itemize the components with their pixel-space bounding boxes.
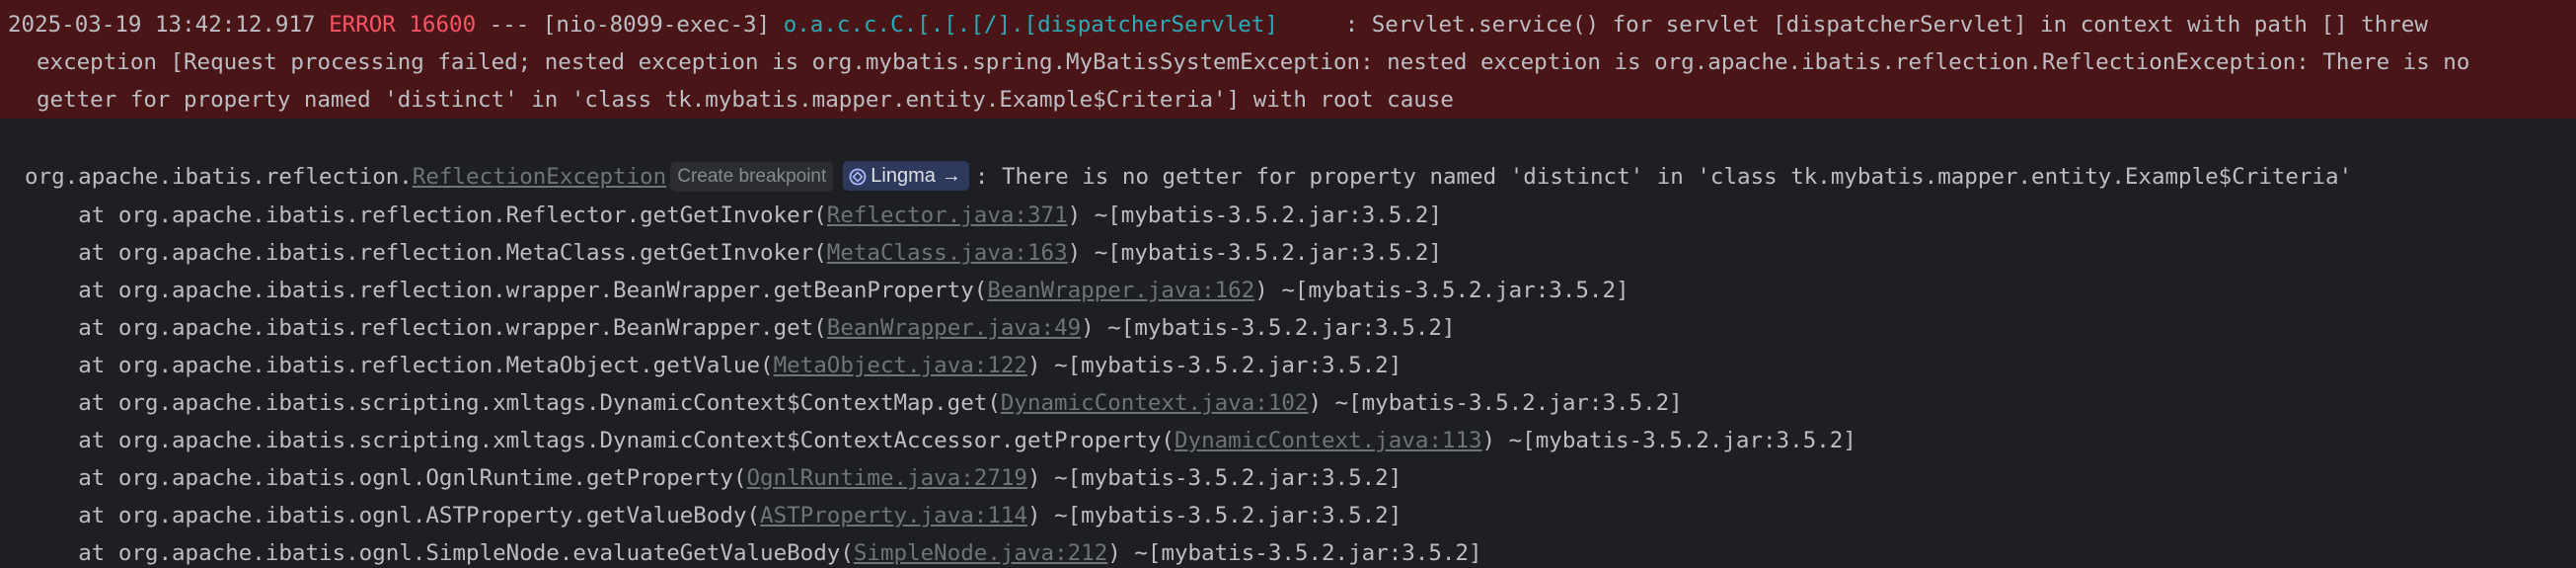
stack-frame-file-link[interactable]: ASTProperty.java:114 xyxy=(760,503,1027,528)
log-level: ERROR xyxy=(329,12,396,38)
log-logger: o.a.c.c.C.[.[.[/].[dispatcherServlet] xyxy=(783,12,1278,38)
log-timestamp: 2025-03-19 13:42:12.917 xyxy=(8,12,316,38)
exception-class-link[interactable]: ReflectionException xyxy=(413,164,666,190)
stack-frame-method: at org.apache.ibatis.reflection.Reflecto… xyxy=(78,203,827,228)
stack-frame-method: at org.apache.ibatis.reflection.MetaObje… xyxy=(78,353,774,378)
stack-frame-file-link[interactable]: MetaObject.java:122 xyxy=(774,353,1027,378)
stack-frame-jar: ) ~[mybatis-3.5.2.jar:3.5.2] xyxy=(1481,428,1856,453)
lingma-button[interactable]: Lingma → xyxy=(843,161,969,191)
stack-frame: at org.apache.ibatis.ognl.OgnlRuntime.ge… xyxy=(25,459,1402,498)
stack-frame-file-link[interactable]: Reflector.java:371 xyxy=(827,203,1068,228)
stack-frame-jar: ) ~[mybatis-3.5.2.jar:3.5.2] xyxy=(1067,240,1442,266)
stack-frame: at org.apache.ibatis.reflection.Reflecto… xyxy=(25,197,1442,235)
stack-frame-jar: ) ~[mybatis-3.5.2.jar:3.5.2] xyxy=(1254,278,1629,303)
error-log-line-3: getter for property named 'distinct' in … xyxy=(37,87,1454,113)
stack-frame-file-link[interactable]: OgnlRuntime.java:2719 xyxy=(747,465,1027,491)
stack-frame: at org.apache.ibatis.scripting.xmltags.D… xyxy=(25,384,1683,423)
error-log-line-1: 2025-03-19 13:42:12.917 ERROR 16600 --- … xyxy=(8,6,2428,44)
stack-frame-jar: ) ~[mybatis-3.5.2.jar:3.5.2] xyxy=(1081,315,1456,341)
stack-frame-file-link[interactable]: DynamicContext.java:102 xyxy=(1001,390,1309,416)
stack-frame-jar: ) ~[mybatis-3.5.2.jar:3.5.2] xyxy=(1026,465,1402,491)
stack-frame: at org.apache.ibatis.ognl.SimpleNode.eva… xyxy=(25,534,1482,568)
log-message: : Servlet.service() for servlet [dispatc… xyxy=(1344,12,2428,38)
log-thread: [nio-8099-exec-3] xyxy=(542,12,771,38)
lingma-label: Lingma xyxy=(871,165,936,187)
stack-frame-file-link[interactable]: MetaClass.java:163 xyxy=(827,240,1068,266)
stack-frame: at org.apache.ibatis.scripting.xmltags.D… xyxy=(25,422,1856,460)
stack-frame-jar: ) ~[mybatis-3.5.2.jar:3.5.2] xyxy=(1107,540,1482,566)
stack-frame: at org.apache.ibatis.reflection.wrapper.… xyxy=(25,272,1629,310)
stack-frame-file-link[interactable]: BeanWrapper.java:162 xyxy=(987,278,1254,303)
stack-frame-method: at org.apache.ibatis.scripting.xmltags.D… xyxy=(78,390,1001,416)
stack-frame-method: at org.apache.ibatis.reflection.wrapper.… xyxy=(78,315,827,341)
log-pid: 16600 xyxy=(409,12,477,38)
exception-package: org.apache.ibatis.reflection. xyxy=(25,164,413,190)
stack-frame-jar: ) ~[mybatis-3.5.2.jar:3.5.2] xyxy=(1308,390,1683,416)
stack-frame-jar: ) ~[mybatis-3.5.2.jar:3.5.2] xyxy=(1067,203,1442,228)
stack-frame-jar: ) ~[mybatis-3.5.2.jar:3.5.2] xyxy=(1026,503,1402,528)
stack-frame: at org.apache.ibatis.reflection.MetaClas… xyxy=(25,234,1442,273)
exception-message: : There is no getter for property named … xyxy=(974,164,2353,190)
stack-frame-method: at org.apache.ibatis.ognl.ASTProperty.ge… xyxy=(78,503,761,528)
log-separator: --- xyxy=(489,12,530,38)
stack-frame-method: at org.apache.ibatis.ognl.OgnlRuntime.ge… xyxy=(78,465,747,491)
stack-frame: at org.apache.ibatis.reflection.wrapper.… xyxy=(25,309,1455,348)
stack-frame-file-link[interactable]: DynamicContext.java:113 xyxy=(1174,428,1482,453)
stack-frame-file-link[interactable]: SimpleNode.java:212 xyxy=(854,540,1107,566)
arrow-right-icon: → xyxy=(941,165,961,187)
lingma-logo-icon xyxy=(849,168,867,186)
run-console[interactable]: 2025-03-19 13:42:12.917 ERROR 16600 --- … xyxy=(0,0,2576,568)
exception-line: org.apache.ibatis.reflection.ReflectionE… xyxy=(25,158,2352,197)
stack-frame: at org.apache.ibatis.reflection.MetaObje… xyxy=(25,347,1402,385)
create-breakpoint-button[interactable]: Create breakpoint xyxy=(670,162,834,192)
stack-frame-method: at org.apache.ibatis.ognl.SimpleNode.eva… xyxy=(78,540,854,566)
error-log-line-2: exception [Request processing failed; ne… xyxy=(37,49,2470,75)
stack-frame-method: at org.apache.ibatis.reflection.MetaClas… xyxy=(78,240,827,266)
stack-frame-jar: ) ~[mybatis-3.5.2.jar:3.5.2] xyxy=(1026,353,1402,378)
stack-frame-method: at org.apache.ibatis.reflection.wrapper.… xyxy=(78,278,988,303)
stack-frame-method: at org.apache.ibatis.scripting.xmltags.D… xyxy=(78,428,1174,453)
stack-frame: at org.apache.ibatis.ognl.ASTProperty.ge… xyxy=(25,497,1402,535)
stack-frame-file-link[interactable]: BeanWrapper.java:49 xyxy=(827,315,1081,341)
